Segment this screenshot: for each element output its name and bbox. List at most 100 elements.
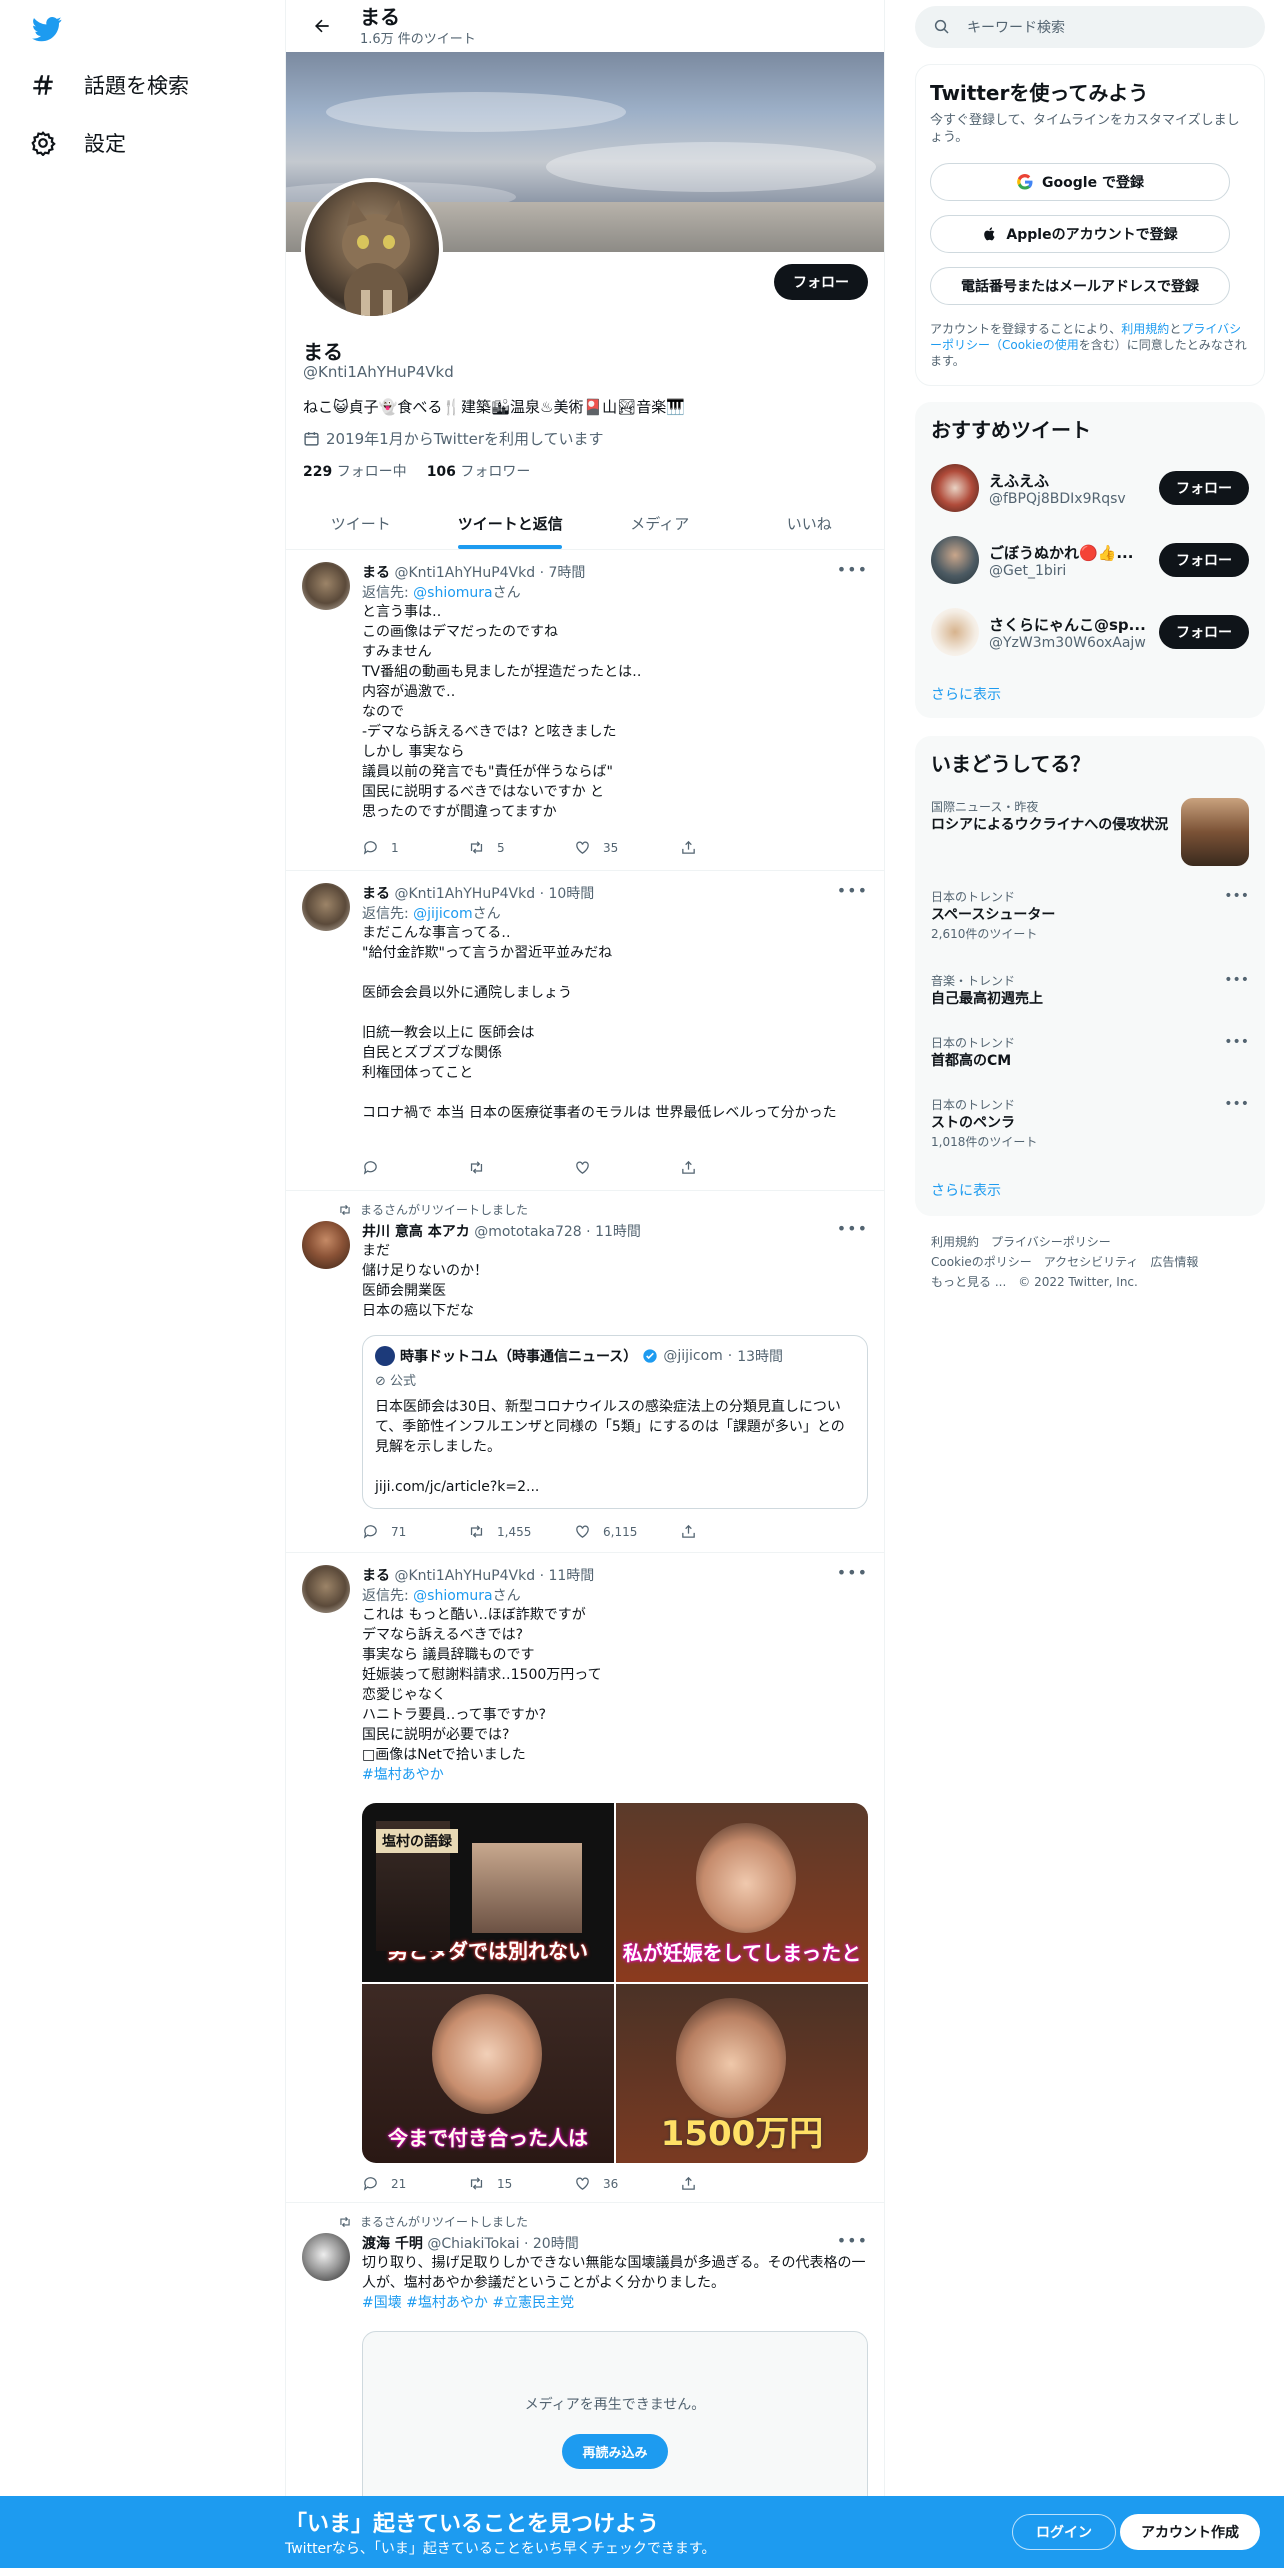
google-signup-button[interactable]: Google で登録 [930,163,1230,201]
tweet-author-name[interactable]: 井川 意高 本アカ [362,1224,470,1240]
tab-likes[interactable]: いいね [735,497,885,549]
tweet-author-handle[interactable]: @mototaka728 [474,1224,582,1240]
tweet-time[interactable]: 10時間 [548,886,594,902]
user-avatar[interactable] [931,608,979,656]
follow-button[interactable]: フォロー [1159,615,1249,649]
like-button[interactable]: 6,115 [574,1523,680,1540]
tweet-time[interactable]: 11時間 [548,1568,594,1584]
terms-link[interactable]: 利用規約 [1121,322,1169,336]
following-link[interactable]: 229 フォロー中 [303,461,407,481]
search-box[interactable]: キーワード検索 [915,6,1265,48]
share-button[interactable] [680,839,786,856]
tweet[interactable]: ••• まる @Knti1AhYHuP4Vkd · 7時間 返信先: @shio… [286,550,884,871]
tweet-author-name[interactable]: まる [362,886,390,902]
share-button[interactable] [680,2175,786,2192]
tweet-author-handle[interactable]: @Knti1AhYHuP4Vkd [394,886,535,902]
trend-item[interactable]: 日本のトレンド ストのペンラ 1,018件のツイート ••• [931,1096,1249,1150]
profile-follow-button[interactable]: フォロー [774,264,868,300]
show-more-link[interactable]: さらに表示 [931,1180,1001,1200]
tab-media[interactable]: メディア [585,497,735,549]
trend-item[interactable]: 日本のトレンド 首都高のCM ••• [931,1034,1249,1071]
tweet-time[interactable]: 20時間 [533,2236,579,2252]
more-options-icon[interactable]: ••• [1224,1096,1249,1112]
tweet-avatar[interactable] [302,1565,350,1613]
tweet-avatar[interactable] [302,2233,350,2281]
reply-to-link[interactable]: @shiomura [413,585,492,601]
media-image[interactable]: 私が妊娠をしてしまったと [616,1803,868,1982]
tweet-author-handle[interactable]: @Knti1AhYHuP4Vkd [394,565,535,581]
user-avatar[interactable] [931,536,979,584]
retweet-button[interactable] [468,1159,574,1176]
tweet[interactable]: ••• まる @Knti1AhYHuP4Vkd · 10時間 返信先: @jij… [286,871,884,1191]
reply-button[interactable] [362,1159,468,1176]
follow-button[interactable]: フォロー [1159,471,1249,505]
tweet[interactable]: まるさんがリツイートしました ••• 渡海 千明 @ChiakiTokai · … [286,2203,884,2531]
tweet-avatar[interactable] [302,562,350,610]
footer-link[interactable]: プライバシーポリシー [991,1235,1111,1249]
quoted-tweet[interactable]: 時事ドットコム（時事通信ニュース） @jijicom · 13時間 ⊘ 公式 日… [362,1335,868,1509]
like-button[interactable] [574,1159,680,1176]
trend-item[interactable]: 日本のトレンド スペースシューター 2,610件のツイート ••• [931,888,1249,942]
tab-tweets-and-replies[interactable]: ツイートと返信 [436,497,586,549]
hashtag-links[interactable]: #国壊 #塩村あやか #立憲民主党 [362,2293,868,2313]
tweet-time[interactable]: 7時間 [548,565,585,581]
tweet-author-name[interactable]: 渡海 千明 [362,2236,423,2252]
tweet-author-handle[interactable]: @ChiakiTokai [427,2236,519,2252]
retweet-button[interactable]: 15 [468,2175,574,2192]
user-name[interactable]: えふえふ [989,470,1149,491]
retweet-button[interactable]: 5 [468,839,574,856]
reply-to-link[interactable]: @jijicom [413,906,472,922]
nav-explore[interactable]: 話題を検索 [30,70,189,100]
login-button[interactable]: ログイン [1012,2514,1116,2550]
user-name[interactable]: ごぼうぬかれ🔴👍... [989,542,1149,563]
tweet[interactable]: まるさんがリツイートしました ••• 井川 意高 本アカ @mototaka72… [286,1191,884,1553]
more-options-icon[interactable]: ••• [1224,972,1249,988]
phone-email-signup-button[interactable]: 電話番号またはメールアドレスで登録 [930,267,1230,305]
tweet-avatar[interactable] [302,883,350,931]
share-button[interactable] [680,1523,786,1540]
recommended-user[interactable]: えふえふ @fBPQj8BDIx9Rqsv フォロー [931,458,1249,518]
user-avatar[interactable] [931,464,979,512]
tweet-author-handle[interactable]: @Knti1AhYHuP4Vkd [394,1568,535,1584]
recommended-user[interactable]: さくらにゃんこ@sp... @YzW3m30W6oxAajw フォロー [931,602,1249,662]
more-options-icon[interactable]: ••• [1224,888,1249,904]
trend-thumbnail[interactable] [1181,798,1249,866]
trend-item[interactable]: 音楽・トレンド 自己最高初週売上 ••• [931,972,1249,1009]
user-name[interactable]: さくらにゃんこ@sp... [989,614,1149,635]
reply-button[interactable]: 21 [362,2175,468,2192]
user-handle[interactable]: @fBPQj8BDIx9Rqsv [989,491,1149,507]
user-handle[interactable]: @YzW3m30W6oxAajw [989,635,1149,651]
profile-avatar[interactable] [301,178,443,320]
tweet-avatar[interactable] [302,1221,350,1269]
like-button[interactable]: 35 [574,839,680,856]
nav-settings[interactable]: 設定 [30,128,126,158]
footer-link[interactable]: アクセシビリティ [1044,1255,1139,1269]
back-button[interactable] [298,2,346,50]
like-button[interactable]: 36 [574,2175,680,2192]
twitter-logo-icon[interactable] [30,14,66,44]
hashtag-link[interactable]: #塩村あやか [362,1765,868,1785]
follow-button[interactable]: フォロー [1159,543,1249,577]
media-image[interactable]: 1500万円 [616,1984,868,2163]
media-image[interactable]: 塩村の語録 男とタダでは別れない [362,1803,614,1982]
recommended-user[interactable]: ごぼうぬかれ🔴👍... @Get_1biri フォロー [931,530,1249,590]
share-button[interactable] [680,1159,786,1176]
reply-button[interactable]: 1 [362,839,468,856]
retweet-button[interactable]: 1,455 [468,1523,574,1540]
tweet-time[interactable]: 11時間 [595,1224,641,1240]
create-account-button[interactable]: アカウント作成 [1120,2514,1260,2550]
reload-button[interactable]: 再読み込み [562,2433,668,2469]
search-input[interactable]: キーワード検索 [967,17,1065,37]
footer-link[interactable]: 広告情報 [1150,1255,1198,1269]
followers-link[interactable]: 106 フォロワー [427,461,531,481]
tweet-author-name[interactable]: まる [362,565,390,581]
tweet[interactable]: ••• まる @Knti1AhYHuP4Vkd · 11時間 返信先: @shi… [286,1553,884,2203]
media-image[interactable]: 今まで付き合った人は [362,1984,614,2163]
tab-tweets[interactable]: ツイート [286,497,436,549]
more-options-icon[interactable]: ••• [1224,1034,1249,1050]
reply-button[interactable]: 71 [362,1523,468,1540]
reply-to-link[interactable]: @shiomura [413,1588,492,1604]
tweet-author-name[interactable]: まる [362,1568,390,1584]
trend-item[interactable]: 国際ニュース・昨夜 ロシアによるウクライナへの侵攻状況 [931,798,1249,866]
user-handle[interactable]: @Get_1biri [989,563,1149,579]
